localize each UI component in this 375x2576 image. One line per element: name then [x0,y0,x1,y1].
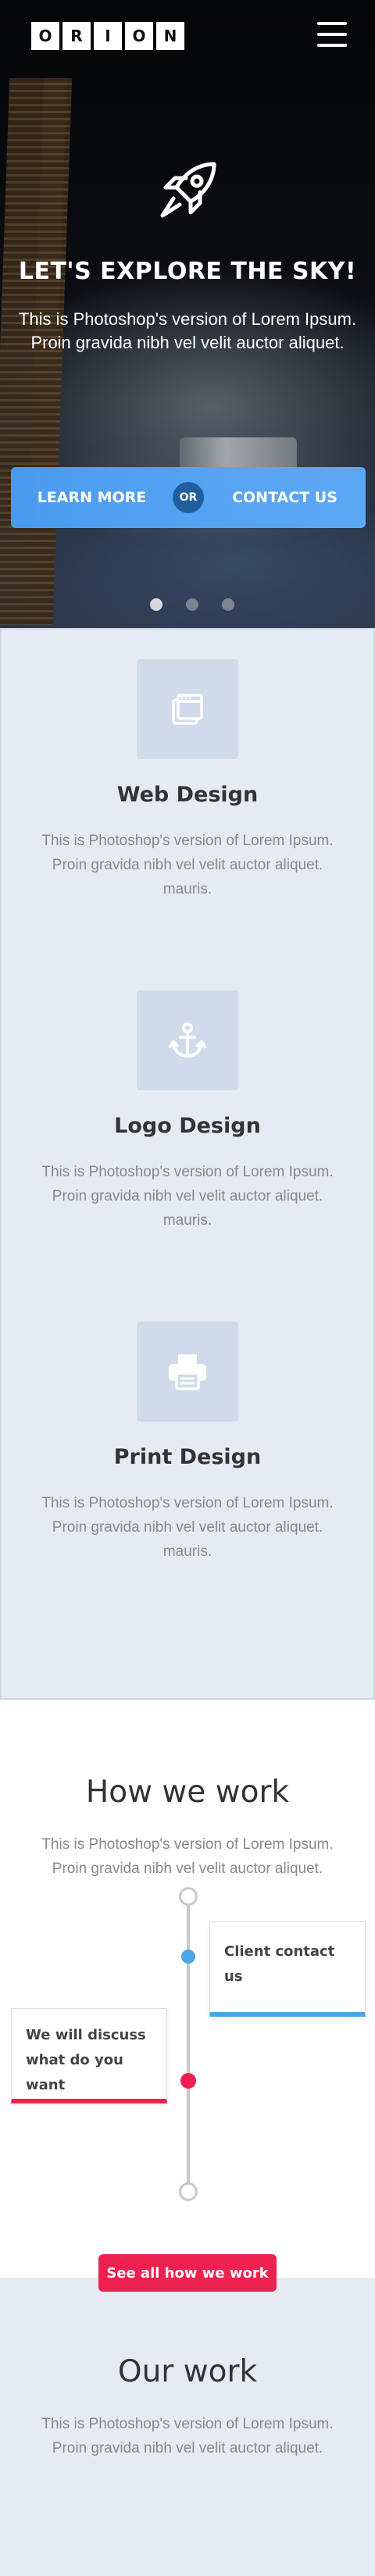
logo-letter: O [125,22,153,50]
service-description: This is Photoshop's version of Lorem Ips… [41,833,334,897]
service-card: Print Design This is Photoshop's version… [2,1322,373,1653]
hero-title: LET'S EXPLORE THE SKY! [18,258,357,285]
how-we-work-section: How we work This is Photoshop's version … [0,1700,375,2292]
timeline-line [187,1895,190,2192]
logo[interactable]: O R I O N [31,22,184,50]
service-title: Web Design [116,783,259,807]
rocket-icon [160,162,216,218]
service-description: This is Photoshop's version of Lorem Ips… [41,1164,334,1229]
service-icon-box [137,1322,238,1422]
section-title: Our work [117,2354,258,2389]
cta-bar: LEARN MORE OR CONTACT US [11,467,366,528]
service-icon-box [137,659,238,759]
or-badge: OR [173,482,204,513]
hamburger-menu-icon[interactable] [317,22,347,47]
our-work-section: Our work This is Photoshop's version of … [0,2278,375,2576]
timeline-step-card: We will discuss what do you want [11,2008,167,2103]
services-section: Web Design This is Photoshop's version o… [0,628,375,1700]
logo-letter: I [94,22,122,50]
slider-dot[interactable] [186,598,198,611]
anchor-icon [169,1022,206,1058]
slider-dot[interactable] [150,598,162,611]
service-title: Logo Design [114,1114,261,1138]
section-subtitle: This is Photoshop's version of Lorem Ips… [41,2416,334,2456]
slider-dot[interactable] [222,598,234,611]
logo-letter: R [62,22,91,50]
learn-more-button[interactable]: LEARN MORE [11,489,173,506]
slider-dots [150,598,234,611]
timeline-node [179,1887,198,1906]
logo-letter: N [156,22,184,50]
printer-icon [169,1354,206,1390]
service-card: Logo Design This is Photoshop's version … [2,990,373,1322]
timeline-step-card: Client contact us [209,1921,366,2017]
timeline-step-label: We will discuss what do you want [26,2027,146,2093]
timeline-node [181,1950,195,1964]
service-card: Web Design This is Photoshop's version o… [2,659,373,990]
web-design-icon [172,694,203,725]
contact-us-button[interactable]: CONTACT US [204,489,366,506]
timeline-step-label: Client contact us [224,1943,335,1985]
timeline-node [180,2073,196,2089]
section-subtitle: This is Photoshop's version of Lorem Ips… [41,1836,334,1877]
service-description: This is Photoshop's version of Lorem Ips… [41,1495,334,1560]
hero-subtitle: This is Photoshop's version of Lorem Ips… [18,309,357,352]
logo-letter: O [31,22,59,50]
hero-section: O R I O N LET'S EXPLORE THE SKY! This is… [0,0,375,628]
service-icon-box [137,990,238,1090]
section-title: How we work [85,1775,290,1810]
see-all-how-we-work-button[interactable]: See all how we work [98,2254,277,2292]
service-title: Print Design [113,1445,262,1469]
timeline-node [179,2182,198,2201]
